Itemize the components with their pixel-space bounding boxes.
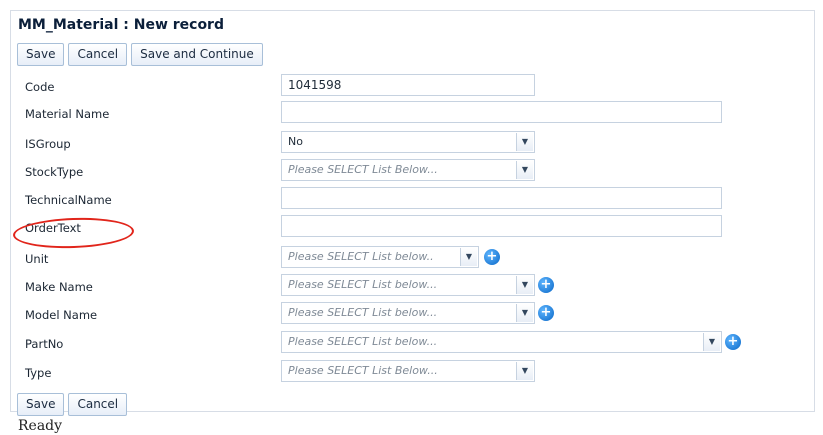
make-name-select[interactable]: Please SELECT List below... ▼	[281, 274, 535, 296]
row-technical-name: TechnicalName	[17, 187, 807, 215]
stocktype-placeholder: Please SELECT List Below...	[288, 163, 438, 176]
save-button[interactable]: Save	[17, 43, 65, 66]
add-make-name-icon[interactable]: +	[538, 277, 554, 293]
model-name-placeholder: Please SELECT List below...	[288, 306, 438, 319]
partno-placeholder: Please SELECT List below...	[288, 335, 438, 348]
row-partno: PartNo Please SELECT List below... ▼ +	[17, 331, 807, 359]
add-partno-icon[interactable]: +	[725, 334, 741, 350]
row-model-name: Model Name Please SELECT List below... ▼…	[17, 302, 807, 330]
chevron-down-icon[interactable]: ▼	[516, 362, 533, 380]
type-label: Type	[25, 366, 52, 380]
type-select[interactable]: Please SELECT List Below... ▼	[281, 360, 535, 382]
chevron-down-icon[interactable]: ▼	[516, 304, 533, 322]
isgroup-select[interactable]: No ▼	[281, 131, 535, 153]
top-toolbar: Save Cancel Save and Continue	[17, 43, 263, 66]
chevron-down-icon[interactable]: ▼	[460, 248, 477, 266]
row-isgroup: ISGroup No ▼	[17, 131, 807, 159]
order-text-field[interactable]	[281, 215, 722, 237]
chevron-down-icon[interactable]: ▼	[516, 133, 533, 151]
row-make-name: Make Name Please SELECT List below... ▼ …	[17, 274, 807, 302]
technical-name-label: TechnicalName	[25, 193, 112, 207]
stocktype-select[interactable]: Please SELECT List Below... ▼	[281, 159, 535, 181]
page-title: MM_Material : New record	[18, 17, 224, 33]
stocktype-label: StockType	[25, 165, 84, 179]
row-order-text: OrderText	[17, 215, 807, 243]
isgroup-value: No	[288, 135, 303, 148]
isgroup-label: ISGroup	[25, 137, 71, 151]
add-unit-icon[interactable]: +	[484, 249, 500, 265]
make-name-label: Make Name	[25, 280, 93, 294]
save-button-bottom[interactable]: Save	[17, 393, 65, 416]
cancel-button[interactable]: Cancel	[68, 43, 128, 66]
row-unit: Unit Please SELECT List below.. ▼ +	[17, 246, 807, 274]
add-model-name-icon[interactable]: +	[538, 305, 554, 321]
unit-select[interactable]: Please SELECT List below.. ▼	[281, 246, 479, 268]
row-type: Type Please SELECT List Below... ▼	[17, 360, 807, 388]
unit-placeholder: Please SELECT List below..	[288, 250, 434, 263]
chevron-down-icon[interactable]: ▼	[516, 276, 533, 294]
chevron-down-icon[interactable]: ▼	[516, 161, 533, 179]
status-text: Ready	[18, 418, 63, 434]
bottom-toolbar: Save Cancel	[17, 393, 128, 416]
technical-name-field[interactable]	[281, 187, 722, 209]
row-code: Code 1041598	[17, 74, 807, 102]
make-name-placeholder: Please SELECT List below...	[288, 278, 438, 291]
material-name-field[interactable]	[281, 101, 722, 123]
save-and-continue-button[interactable]: Save and Continue	[131, 43, 263, 66]
row-stocktype: StockType Please SELECT List Below... ▼	[17, 159, 807, 187]
cancel-button-bottom[interactable]: Cancel	[68, 393, 128, 416]
code-field[interactable]: 1041598	[281, 74, 535, 96]
type-placeholder: Please SELECT List Below...	[288, 364, 438, 377]
material-name-label: Material Name	[25, 107, 110, 121]
model-name-label: Model Name	[25, 308, 98, 322]
code-label: Code	[25, 80, 55, 94]
unit-label: Unit	[25, 252, 49, 266]
partno-select[interactable]: Please SELECT List below... ▼	[281, 331, 722, 353]
partno-label: PartNo	[25, 337, 64, 351]
chevron-down-icon[interactable]: ▼	[703, 333, 720, 351]
model-name-select[interactable]: Please SELECT List below... ▼	[281, 302, 535, 324]
row-material-name: Material Name	[17, 101, 807, 129]
